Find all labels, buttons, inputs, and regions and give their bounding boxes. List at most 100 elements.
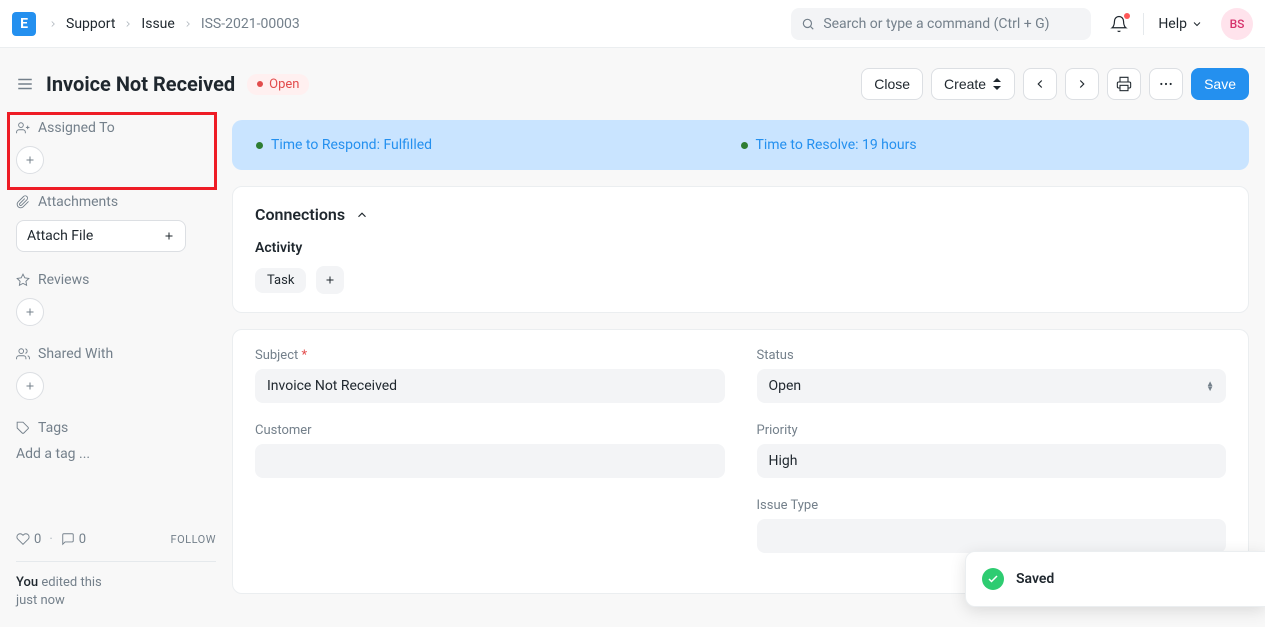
- sla-respond: Time to Respond: Fulfilled: [256, 137, 741, 153]
- customer-label: Customer: [255, 423, 725, 438]
- comments-count: 0: [79, 532, 86, 547]
- sla-resolve: Time to Resolve: 19 hours: [741, 137, 1226, 153]
- plus-icon: [24, 306, 36, 318]
- attach-file-button[interactable]: Attach File: [16, 220, 186, 252]
- customer-field: Customer: [255, 423, 725, 478]
- global-search[interactable]: Search or type a command (Ctrl + G): [791, 8, 1091, 40]
- reviews-text: Reviews: [38, 272, 89, 288]
- tag-icon: [16, 421, 30, 435]
- check-circle-icon: [982, 568, 1004, 590]
- breadcrumb-issue[interactable]: Issue: [141, 16, 174, 32]
- heart-icon: [16, 532, 30, 546]
- sort-icon: [992, 78, 1002, 90]
- priority-select[interactable]: High: [757, 444, 1227, 478]
- more-horizontal-icon: [1158, 76, 1174, 92]
- toast-saved: Saved: [965, 551, 1265, 607]
- reviews-section: Reviews: [16, 272, 216, 326]
- status-text: Open: [269, 77, 299, 92]
- save-label: Save: [1204, 76, 1236, 92]
- app-logo[interactable]: E: [12, 12, 36, 36]
- subject-field: Subject * Invoice Not Received: [255, 348, 725, 403]
- help-menu[interactable]: Help: [1158, 16, 1203, 32]
- breadcrumb-support[interactable]: Support: [66, 16, 115, 32]
- status-dot-green: [256, 142, 263, 149]
- print-button[interactable]: [1107, 68, 1141, 100]
- priority-value: High: [769, 453, 798, 469]
- tags-label: Tags: [16, 420, 216, 436]
- comment-icon: [61, 532, 75, 546]
- top-navbar: E Support Issue ISS-2021-00003 Search or…: [0, 0, 1265, 48]
- likes[interactable]: 0: [16, 532, 41, 547]
- main-panel: Time to Respond: Fulfilled Time to Resol…: [232, 120, 1249, 594]
- attachments-text: Attachments: [38, 194, 118, 210]
- likes-count: 0: [34, 532, 41, 547]
- app-logo-letter: E: [20, 16, 28, 32]
- priority-field: Priority High: [757, 423, 1227, 478]
- assigned-to-section: Assigned To: [16, 120, 216, 174]
- edit-action: edited this: [41, 575, 101, 590]
- subject-input[interactable]: Invoice Not Received: [255, 369, 725, 403]
- chevron-right-icon: [1075, 77, 1089, 91]
- shared-with-label: Shared With: [16, 346, 216, 362]
- chevron-up-icon: [355, 208, 369, 222]
- status-value: Open: [769, 378, 802, 394]
- content-area: Assigned To Attachments Attach File Revi…: [0, 120, 1265, 610]
- page-title: Invoice Not Received: [46, 72, 235, 96]
- add-review-button[interactable]: [16, 298, 44, 326]
- status-select[interactable]: Open ▲▼: [757, 369, 1227, 403]
- attachments-section: Attachments Attach File: [16, 194, 216, 252]
- printer-icon: [1116, 76, 1132, 92]
- create-button[interactable]: Create: [931, 68, 1015, 100]
- prev-button[interactable]: [1023, 68, 1057, 100]
- toast-message: Saved: [1016, 571, 1054, 587]
- notification-dot: [1124, 13, 1130, 19]
- close-label: Close: [874, 76, 910, 92]
- add-tag-input[interactable]: Add a tag ...: [16, 446, 216, 462]
- more-button[interactable]: [1149, 68, 1183, 100]
- user-plus-icon: [16, 121, 30, 135]
- issue-type-label: Issue Type: [757, 498, 1227, 513]
- follow-button[interactable]: FOLLOW: [171, 533, 216, 546]
- avatar-initials: BS: [1230, 17, 1245, 31]
- subject-label: Subject *: [255, 348, 725, 363]
- save-button[interactable]: Save: [1191, 68, 1249, 100]
- notifications-button[interactable]: [1109, 14, 1129, 34]
- page-header: Invoice Not Received Open Close Create S…: [0, 48, 1265, 120]
- attach-file-label: Attach File: [27, 228, 93, 244]
- priority-label: Priority: [757, 423, 1227, 438]
- status-field-label: Status: [757, 348, 1227, 363]
- comments[interactable]: 0: [61, 532, 86, 547]
- status-dot-green: [741, 142, 748, 149]
- connections-header[interactable]: Connections: [255, 205, 1226, 224]
- plus-icon: [24, 154, 36, 166]
- add-assignee-button[interactable]: [16, 146, 44, 174]
- search-icon: [801, 17, 815, 31]
- user-avatar[interactable]: BS: [1221, 8, 1253, 40]
- add-connection-button[interactable]: [316, 266, 344, 294]
- menu-icon: [16, 75, 34, 93]
- engagement-row: 0 · 0 FOLLOW: [16, 532, 216, 562]
- tags-text: Tags: [38, 420, 68, 436]
- separator-dot: ·: [49, 532, 52, 547]
- edit-log: You edited this just now: [16, 574, 216, 610]
- assigned-to-text: Assigned To: [38, 120, 115, 136]
- users-icon: [16, 347, 30, 361]
- status-dot: [257, 81, 263, 87]
- edit-when: just now: [16, 593, 65, 608]
- next-button[interactable]: [1065, 68, 1099, 100]
- customer-input[interactable]: [255, 444, 725, 478]
- assigned-to-label: Assigned To: [16, 120, 216, 136]
- sidebar-toggle[interactable]: [16, 75, 34, 93]
- task-pill[interactable]: Task: [255, 268, 306, 293]
- chevron-right-icon: [183, 19, 193, 29]
- chevron-right-icon: [48, 19, 58, 29]
- sla-bar: Time to Respond: Fulfilled Time to Resol…: [232, 120, 1249, 170]
- close-button[interactable]: Close: [861, 68, 923, 100]
- select-arrows-icon: ▲▼: [1206, 381, 1214, 391]
- breadcrumb: Support Issue ISS-2021-00003: [48, 16, 300, 32]
- issue-type-input[interactable]: [757, 519, 1227, 553]
- activity-label: Activity: [255, 240, 1226, 256]
- breadcrumb-current[interactable]: ISS-2021-00003: [201, 16, 300, 32]
- sla-respond-text: Time to Respond: Fulfilled: [271, 137, 432, 153]
- add-share-button[interactable]: [16, 372, 44, 400]
